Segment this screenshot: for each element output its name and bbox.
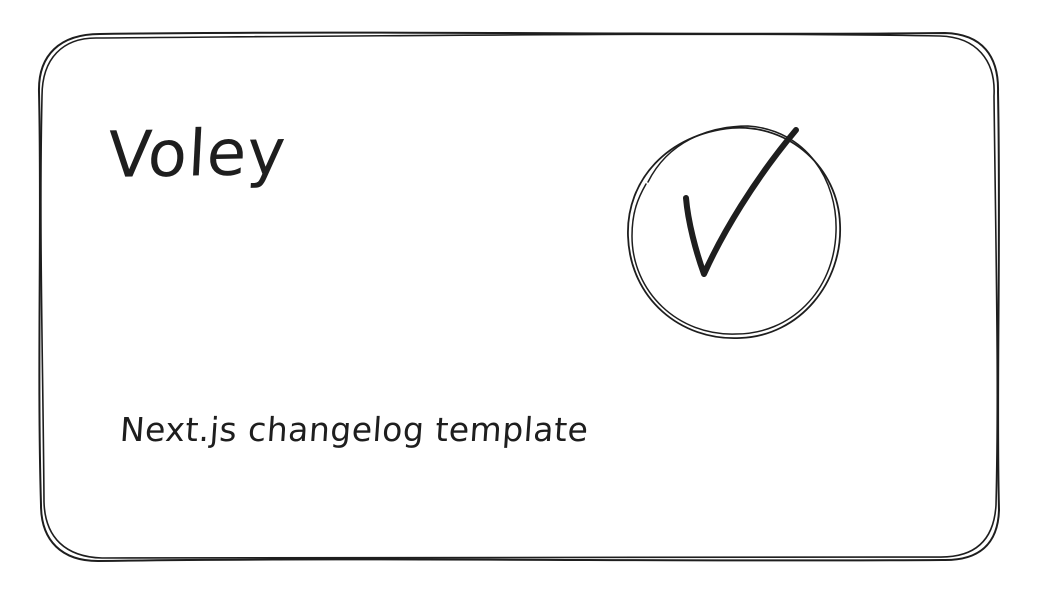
card-subtitle: Next.js changelog template [118,410,590,449]
check-circle-icon [627,125,841,339]
card-frame [37,31,1001,563]
card-title: Voley [106,115,289,193]
canvas: Voley Next.js changelog template [0,0,1044,590]
